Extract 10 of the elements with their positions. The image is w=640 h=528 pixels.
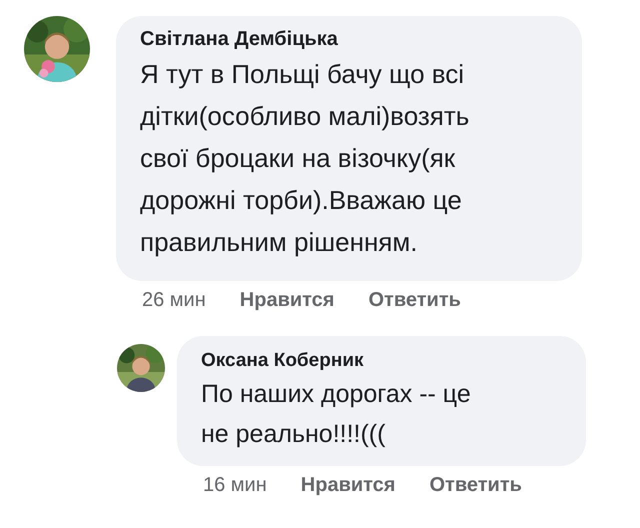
reply-link[interactable]: Ответить bbox=[368, 289, 461, 312]
comment-text: Я тут в Польщі бачу що всі дітки(особливо малі)возять свої броцаки на візочку(як дорожні торби).Вважаю це правильним рішенням. bbox=[140, 58, 470, 259]
like-link[interactable]: Нравится bbox=[240, 289, 334, 312]
author-name: Світлана Дембіцька bbox=[140, 28, 339, 51]
comment-text: По наших дорогах -- це не реально!!!!((( bbox=[201, 379, 472, 450]
like-link[interactable]: Нравится bbox=[300, 474, 396, 497]
comment-time: 16 мин bbox=[203, 474, 267, 497]
reply-link[interactable]: Ответить bbox=[429, 474, 522, 497]
author-name: Оксана Коберник bbox=[201, 350, 365, 372]
comment-time: 26 мин bbox=[142, 289, 206, 312]
